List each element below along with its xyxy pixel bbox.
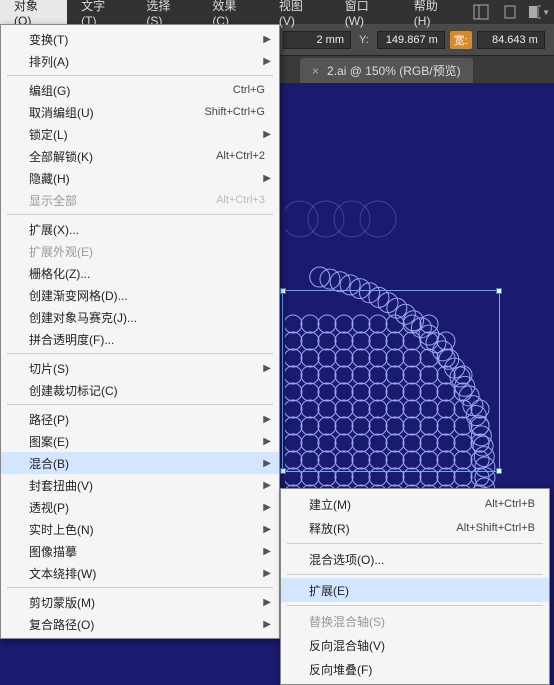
submenu-arrow-icon: ▶ xyxy=(263,363,271,374)
menu-ungroup[interactable]: 取消编组(U)Shift+Ctrl+G xyxy=(1,101,279,123)
menu-lock[interactable]: 锁定(L)▶ xyxy=(1,123,279,145)
submenu-arrow-icon: ▶ xyxy=(263,458,271,469)
menu-pattern[interactable]: 图案(E)▶ xyxy=(1,430,279,452)
separator xyxy=(287,543,543,544)
submenu-arrow-icon: ▶ xyxy=(263,480,271,491)
tab-title: 2.ai @ 150% (RGB/预览) xyxy=(327,62,461,79)
submenu-reverse-front[interactable]: 反向堆叠(F) xyxy=(281,657,549,681)
separator xyxy=(7,214,273,215)
separator xyxy=(7,75,273,76)
submenu-reverse-spine[interactable]: 反向混合轴(V) xyxy=(281,633,549,657)
menu-blend[interactable]: 混合(B)▶ xyxy=(1,452,279,474)
layout-icon[interactable] xyxy=(470,1,491,23)
width-label: 宽: xyxy=(450,31,472,49)
menu-live-paint[interactable]: 实时上色(N)▶ xyxy=(1,518,279,540)
menu-slice[interactable]: 切片(S)▶ xyxy=(1,357,279,379)
y-label: Y: xyxy=(356,34,372,46)
submenu-arrow-icon: ▶ xyxy=(263,546,271,557)
width-field[interactable]: 84.643 m xyxy=(477,31,545,49)
menu-help[interactable]: 帮助(H) xyxy=(400,0,467,24)
menu-bar: 对象(O) 文字(T) 选择(S) 效果(C) 视图(V) 窗口(W) 帮助(H… xyxy=(0,0,554,24)
submenu-arrow-icon: ▶ xyxy=(263,129,271,140)
menu-object-mosaic[interactable]: 创建对象马赛克(J)... xyxy=(1,306,279,328)
handle-tr[interactable] xyxy=(496,288,502,294)
close-icon[interactable]: × xyxy=(312,64,319,78)
menu-gradient-mesh[interactable]: 创建渐变网格(D)... xyxy=(1,284,279,306)
menu-type[interactable]: 文字(T) xyxy=(67,0,132,24)
y-field[interactable]: 149.867 m xyxy=(377,31,445,49)
tab-document[interactable]: × 2.ai @ 150% (RGB/预览) xyxy=(300,58,473,83)
menu-arrange[interactable]: 排列(A)▶ xyxy=(1,50,279,72)
handle-br[interactable] xyxy=(496,468,502,474)
submenu-arrow-icon: ▶ xyxy=(263,597,271,608)
submenu-arrow-icon: ▶ xyxy=(263,502,271,513)
submenu-arrow-icon: ▶ xyxy=(263,436,271,447)
menu-text-wrap[interactable]: 文本绕排(W)▶ xyxy=(1,562,279,584)
menu-window[interactable]: 窗口(W) xyxy=(331,0,400,24)
separator xyxy=(287,574,543,575)
menu-effect[interactable]: 效果(C) xyxy=(198,0,265,24)
separator xyxy=(7,587,273,588)
menu-expand[interactable]: 扩展(X)... xyxy=(1,218,279,240)
handle-tl[interactable] xyxy=(280,288,286,294)
menu-crop-marks[interactable]: 创建裁切标记(C) xyxy=(1,379,279,401)
menu-object[interactable]: 对象(O) xyxy=(0,0,67,24)
menu-transform[interactable]: 变换(T)▶ xyxy=(1,28,279,50)
menu-compound-path[interactable]: 复合路径(O)▶ xyxy=(1,613,279,635)
separator xyxy=(7,404,273,405)
arrange-icon[interactable]: ▼ xyxy=(528,1,550,23)
menu-group[interactable]: 编组(G)Ctrl+G xyxy=(1,79,279,101)
menu-image-trace[interactable]: 图像描摹▶ xyxy=(1,540,279,562)
submenu-release[interactable]: 释放(R)Alt+Shift+Ctrl+B xyxy=(281,516,549,540)
submenu-arrow-icon: ▶ xyxy=(263,524,271,535)
menu-envelope[interactable]: 封套扭曲(V)▶ xyxy=(1,474,279,496)
menu-view[interactable]: 视图(V) xyxy=(265,0,331,24)
submenu-arrow-icon: ▶ xyxy=(263,34,271,45)
menu-path[interactable]: 路径(P)▶ xyxy=(1,408,279,430)
menu-hide[interactable]: 隐藏(H)▶ xyxy=(1,167,279,189)
submenu-options[interactable]: 混合选项(O)... xyxy=(281,547,549,571)
submenu-expand[interactable]: 扩展(E) xyxy=(281,578,549,602)
menu-perspective[interactable]: 透视(P)▶ xyxy=(1,496,279,518)
object-menu: 变换(T)▶ 排列(A)▶ 编组(G)Ctrl+G 取消编组(U)Shift+C… xyxy=(0,24,280,639)
handle-bl[interactable] xyxy=(280,468,286,474)
blend-submenu: 建立(M)Alt+Ctrl+B 释放(R)Alt+Shift+Ctrl+B 混合… xyxy=(280,488,550,685)
document-icon[interactable] xyxy=(499,1,520,23)
submenu-arrow-icon: ▶ xyxy=(263,568,271,579)
selection-box xyxy=(282,290,500,472)
submenu-arrow-icon: ▶ xyxy=(263,414,271,425)
separator xyxy=(7,353,273,354)
menu-show-all: 显示全部Alt+Ctrl+3 xyxy=(1,189,279,211)
submenu-arrow-icon: ▶ xyxy=(263,173,271,184)
submenu-arrow-icon: ▶ xyxy=(263,619,271,630)
menu-rasterize[interactable]: 栅格化(Z)... xyxy=(1,262,279,284)
menu-unlock-all[interactable]: 全部解锁(K)Alt+Ctrl+2 xyxy=(1,145,279,167)
menu-expand-appearance: 扩展外观(E) xyxy=(1,240,279,262)
submenu-make[interactable]: 建立(M)Alt+Ctrl+B xyxy=(281,492,549,516)
menu-select[interactable]: 选择(S) xyxy=(132,0,198,24)
submenu-replace-spine: 替换混合轴(S) xyxy=(281,609,549,633)
menu-flatten[interactable]: 拼合透明度(F)... xyxy=(1,328,279,350)
separator xyxy=(287,605,543,606)
menu-clipping-mask[interactable]: 剪切蒙版(M)▶ xyxy=(1,591,279,613)
submenu-arrow-icon: ▶ xyxy=(263,56,271,67)
x-field[interactable]: 2 mm xyxy=(283,31,351,49)
